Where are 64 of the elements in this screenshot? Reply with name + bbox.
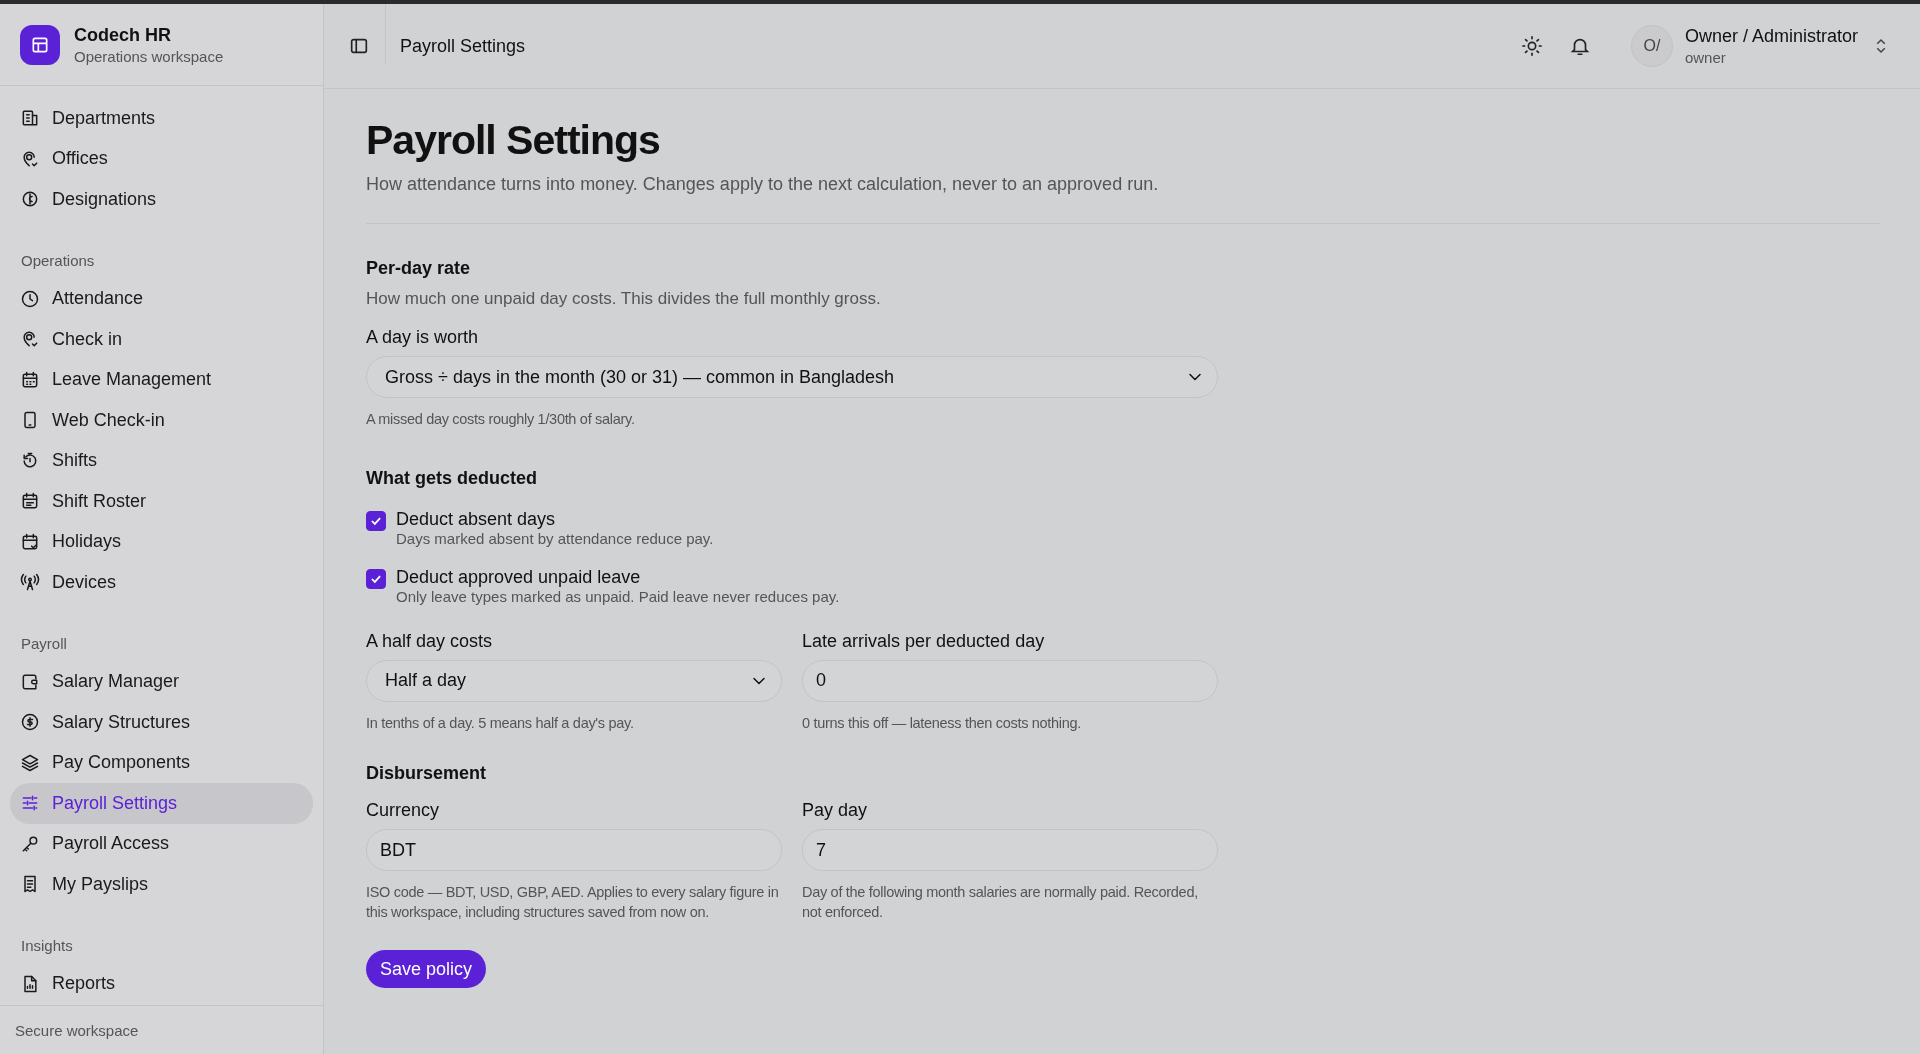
clock-icon xyxy=(20,288,40,309)
sidebar-footer: Secure workspace xyxy=(0,1005,323,1054)
field-hint: ISO code — BDT, USD, GBP, AED. Applies to every salary figure in this workspace, including structures saved from now on. xyxy=(366,883,780,922)
calendar-check-icon xyxy=(20,531,40,552)
field-label: Currency xyxy=(366,800,441,822)
select-field[interactable]: Half a day xyxy=(366,659,782,702)
sidebar-item[interactable]: Offices xyxy=(10,138,313,179)
checkbox-description: Days marked absent by attendance reduce pay. xyxy=(396,529,714,547)
sun-icon[interactable] xyxy=(1520,35,1543,57)
field-hint: 0 turns this off — lateness then costs nothing. xyxy=(802,713,1083,733)
field-label: Pay day xyxy=(802,800,869,822)
sidebar-item[interactable]: Pay Components xyxy=(10,742,313,783)
page-subtitle: How attendance turns into money. Changes apply to the next calculation, never to an approved run. xyxy=(366,174,1160,195)
brand-subtitle: Operations workspace xyxy=(74,47,224,65)
checkbox[interactable] xyxy=(366,510,386,531)
sidebar-item[interactable]: Shifts xyxy=(10,440,313,481)
antenna-icon xyxy=(20,572,40,593)
sidebar-item[interactable]: Attendance xyxy=(10,278,313,319)
section-heading: Disbursement xyxy=(366,763,488,785)
header-title: Payroll Settings xyxy=(400,35,526,56)
checkbox-label: Deduct approved unpaid leave xyxy=(396,566,642,588)
page-title: Payroll Settings xyxy=(366,117,661,164)
sidebar-item[interactable]: Departments xyxy=(10,98,313,139)
sidebar-item[interactable]: Designations xyxy=(10,179,313,220)
field-hint: A missed day costs roughly 1/30th of salary. xyxy=(366,410,636,429)
section-title: Insights xyxy=(20,935,74,956)
calendar-icon xyxy=(20,369,40,390)
sidebar-item[interactable]: Reports xyxy=(10,963,313,1004)
field-label: A day is worth xyxy=(366,327,480,348)
sidebar-item[interactable]: Check in xyxy=(10,319,313,360)
dollar-badge-icon xyxy=(20,712,40,733)
select-field[interactable]: Gross ÷ days in the month (30 or 31) — common in Bangladesh xyxy=(366,356,1218,398)
sidebar-item[interactable]: Payroll Settings xyxy=(10,783,313,824)
save-button[interactable]: Save policy xyxy=(366,950,487,989)
sidebar-item[interactable]: Payroll Access xyxy=(10,823,313,864)
user-role: owner xyxy=(1684,49,1727,66)
sidebar-item[interactable]: Devices xyxy=(10,562,313,603)
brand-name: Codech HR xyxy=(74,24,172,46)
sidebar-item[interactable]: Salary Manager xyxy=(10,661,313,702)
checkbox-description: Only leave types marked as unpaid. Paid leave never reduces pay. xyxy=(396,587,840,605)
user-name: Owner / Administrator xyxy=(1684,26,1858,47)
checkbox-label: Deduct absent days xyxy=(396,508,557,530)
input-field[interactable]: 0 xyxy=(802,659,1218,702)
input-field[interactable]: 7 xyxy=(802,829,1218,872)
field-label: A half day costs xyxy=(366,630,494,652)
input-field[interactable]: BDT xyxy=(366,829,782,872)
sidebar-item[interactable]: Shift Roster xyxy=(10,481,313,522)
layers-icon xyxy=(20,752,40,773)
section-description: How much one unpaid day costs. This divides the full monthly gross. xyxy=(366,289,882,309)
logo-icon xyxy=(20,24,60,65)
checkbox[interactable] xyxy=(366,568,386,589)
sidebar-item[interactable]: Leave Management xyxy=(10,359,313,400)
field-hint: In tenths of a day. 5 means half a day's pay. xyxy=(366,713,635,733)
sidebar-item[interactable]: My Payslips xyxy=(10,864,313,905)
field-label: Late arrivals per deducted day xyxy=(802,630,1046,652)
sidebar-item[interactable]: Web Check-in xyxy=(10,400,313,441)
sidebar-item[interactable]: Salary Structures xyxy=(10,702,313,743)
section-title: Operations xyxy=(20,250,96,271)
user-avatar[interactable]: O/ xyxy=(1630,25,1673,67)
section-heading: What gets deducted xyxy=(366,467,538,489)
section-title: Payroll xyxy=(20,633,68,654)
sidebar-item[interactable]: Holidays xyxy=(10,521,313,562)
field-hint: Day of the following month salaries are normally paid. Recorded, not enforced. xyxy=(802,883,1199,922)
section-heading: Per-day rate xyxy=(366,258,472,279)
